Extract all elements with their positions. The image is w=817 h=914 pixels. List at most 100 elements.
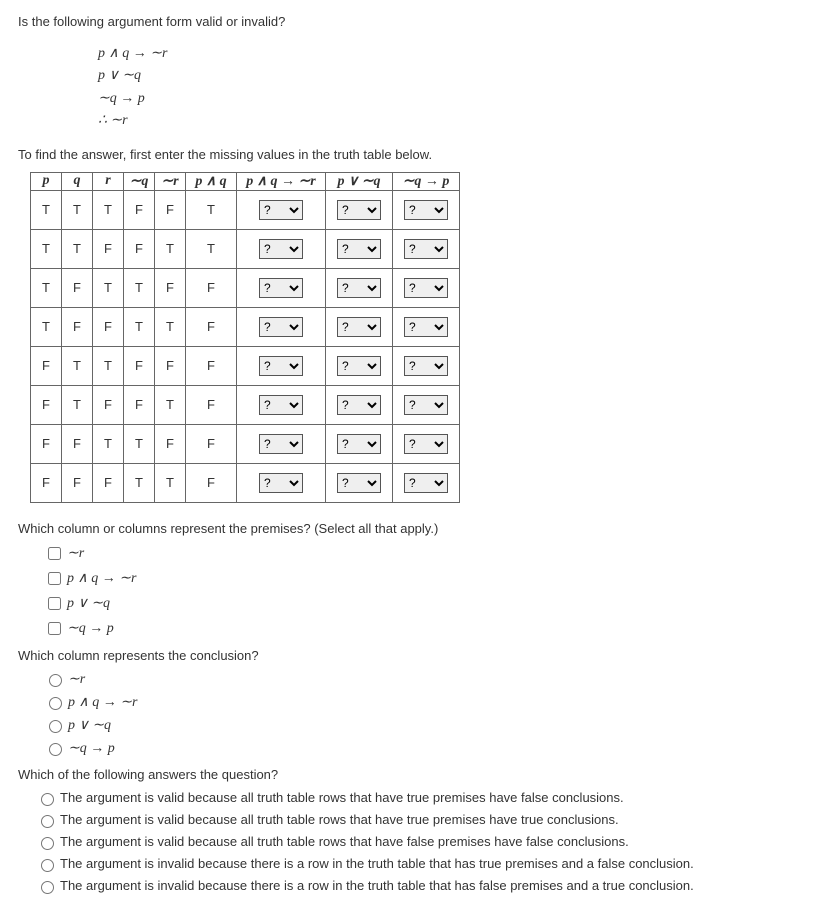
checkbox-implication[interactable] [48, 572, 61, 585]
truth-cell: T [93, 424, 124, 463]
truth-cell: T [31, 190, 62, 229]
checkbox-p-or-not-q[interactable] [48, 597, 61, 610]
truth-cell: T [124, 268, 155, 307]
checkbox-not-q-to-p[interactable] [48, 622, 61, 635]
col-not-r: ∼r [155, 172, 186, 190]
truth-cell: F [31, 346, 62, 385]
radio-implication[interactable] [49, 697, 62, 710]
radio-valid-d[interactable] [41, 859, 54, 872]
truth-cell-dropdown: ? [393, 229, 460, 268]
truth-value-select[interactable]: ? [404, 473, 448, 493]
truth-value-select[interactable]: ? [404, 317, 448, 337]
truth-cell: F [155, 424, 186, 463]
truth-value-select[interactable]: ? [404, 356, 448, 376]
truth-cell-dropdown: ? [326, 190, 393, 229]
truth-cell-dropdown: ? [393, 424, 460, 463]
truth-value-select[interactable]: ? [337, 395, 381, 415]
option-label: The argument is invalid because there is… [60, 856, 694, 871]
radio-not-r[interactable] [49, 674, 62, 687]
truth-cell: F [62, 463, 93, 502]
truth-cell: F [186, 268, 237, 307]
conclusion-option: p ∧ q → ∼r [44, 694, 799, 711]
truth-cell-dropdown: ? [237, 190, 326, 229]
radio-valid-c[interactable] [41, 837, 54, 850]
option-label: p ∨ ∼q [67, 595, 110, 612]
option-label: ∼r [68, 671, 85, 688]
conclusion-option: p ∨ ∼q [44, 717, 799, 734]
truth-value-select[interactable]: ? [337, 356, 381, 376]
truth-value-select[interactable]: ? [404, 434, 448, 454]
truth-cell: F [186, 424, 237, 463]
option-label: The argument is invalid because there is… [60, 878, 694, 893]
truth-cell-dropdown: ? [237, 307, 326, 346]
truth-value-select[interactable]: ? [337, 317, 381, 337]
validity-option: The argument is valid because all truth … [36, 812, 799, 828]
radio-valid-b[interactable] [41, 815, 54, 828]
truth-cell: T [62, 190, 93, 229]
premise-3: ∼q → p [98, 88, 799, 110]
intro-text: Is the following argument form valid or … [18, 14, 799, 29]
truth-cell: T [124, 463, 155, 502]
truth-cell: F [31, 463, 62, 502]
truth-value-select[interactable]: ? [404, 278, 448, 298]
validity-option: The argument is invalid because there is… [36, 878, 799, 894]
truth-value-select[interactable]: ? [259, 317, 303, 337]
radio-valid-e[interactable] [41, 881, 54, 894]
truth-value-select[interactable]: ? [404, 395, 448, 415]
truth-value-select[interactable]: ? [259, 395, 303, 415]
radio-p-or-not-q[interactable] [49, 720, 62, 733]
truth-value-select[interactable]: ? [404, 200, 448, 220]
truth-value-select[interactable]: ? [259, 200, 303, 220]
truth-cell: F [124, 190, 155, 229]
option-label: ∼r [67, 545, 84, 562]
premise-option: ∼r [44, 544, 799, 563]
validity-options: The argument is valid because all truth … [18, 790, 799, 894]
truth-cell: T [62, 346, 93, 385]
truth-cell: F [124, 385, 155, 424]
truth-value-select[interactable]: ? [404, 239, 448, 259]
truth-cell-dropdown: ? [393, 463, 460, 502]
truth-cell-dropdown: ? [393, 346, 460, 385]
truth-cell: T [155, 307, 186, 346]
table-row: TTTFFT??? [31, 190, 460, 229]
truth-cell: T [155, 229, 186, 268]
truth-value-select[interactable]: ? [259, 356, 303, 376]
radio-not-q-to-p[interactable] [49, 743, 62, 756]
truth-cell: F [31, 424, 62, 463]
truth-cell: F [124, 229, 155, 268]
premise-option: p ∨ ∼q [44, 594, 799, 613]
truth-value-select[interactable]: ? [337, 473, 381, 493]
col-implication: p ∧ q → ∼r [237, 172, 326, 190]
truth-cell-dropdown: ? [237, 268, 326, 307]
truth-cell: T [31, 307, 62, 346]
checkbox-not-r[interactable] [48, 547, 61, 560]
truth-value-select[interactable]: ? [259, 473, 303, 493]
truth-value-select[interactable]: ? [259, 239, 303, 259]
col-not-q: ∼q [124, 172, 155, 190]
truth-cell: T [93, 190, 124, 229]
truth-value-select[interactable]: ? [337, 239, 381, 259]
truth-cell: F [93, 463, 124, 502]
validity-option: The argument is valid because all truth … [36, 790, 799, 806]
col-p: p [31, 172, 62, 190]
validity-option: The argument is invalid because there is… [36, 856, 799, 872]
truth-cell: T [186, 190, 237, 229]
truth-value-select[interactable]: ? [259, 434, 303, 454]
option-label: The argument is valid because all truth … [60, 834, 629, 849]
truth-cell: F [186, 307, 237, 346]
truth-cell: F [155, 268, 186, 307]
truth-value-select[interactable]: ? [337, 278, 381, 298]
truth-table-header-row: p q r ∼q ∼r p ∧ q p ∧ q → ∼r p ∨ ∼q ∼q →… [31, 172, 460, 190]
argument-form: p ∧ q → ∼r p ∨ ∼q ∼q → p ∴ ∼r [98, 43, 799, 133]
table-row: FTFFTF??? [31, 385, 460, 424]
truth-value-select[interactable]: ? [259, 278, 303, 298]
truth-value-select[interactable]: ? [337, 200, 381, 220]
validity-question: Which of the following answers the quest… [18, 767, 799, 782]
truth-cell-dropdown: ? [326, 385, 393, 424]
truth-value-select[interactable]: ? [337, 434, 381, 454]
truth-cell: F [31, 385, 62, 424]
option-label: ∼q → p [68, 740, 115, 757]
option-label: p ∧ q → ∼r [68, 694, 137, 711]
truth-table-instruction: To find the answer, first enter the miss… [18, 147, 799, 162]
radio-valid-a[interactable] [41, 793, 54, 806]
